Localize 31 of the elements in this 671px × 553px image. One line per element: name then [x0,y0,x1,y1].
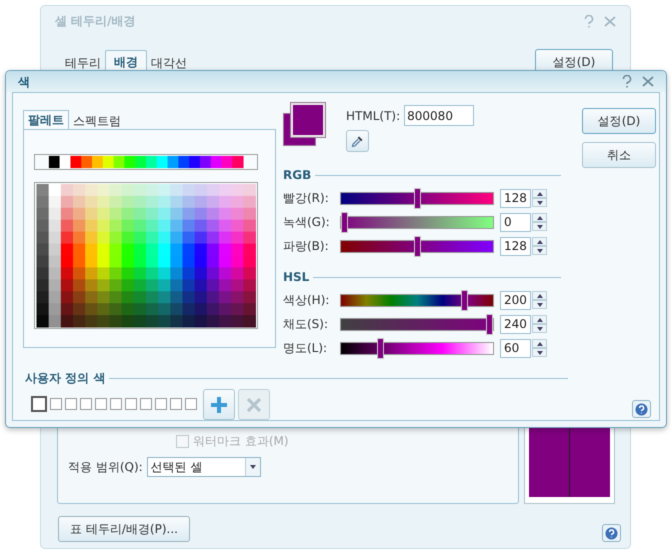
value-field[interactable]: 240 [500,314,531,334]
html-label: HTML(T): [346,108,400,124]
tab[interactable]: 대각선 [147,53,191,72]
section-title: 사용자 정의 색 [25,370,106,387]
value-field[interactable]: 128 [500,236,531,256]
dropdown-value: 선택된 셀 [150,459,202,476]
table-border-button[interactable]: 표 테두리/배경(P)... [58,516,190,542]
tab[interactable]: 스펙트럼 [69,112,125,129]
html-field[interactable]: 800080 [404,105,474,126]
cancel-button[interactable]: 취소 [582,142,656,168]
slider-label: 명도(L): [283,340,328,357]
checkbox-label: 워터마크 효과(M) [193,433,289,450]
ok-button[interactable]: 설정(D) [582,108,656,134]
scope-label: 적용 범위(Q): [68,459,143,476]
value-field[interactable]: 128 [500,188,531,208]
value-field[interactable]: 0 [500,212,531,232]
window-title: 색 [18,74,30,90]
scope-dropdown[interactable]: 선택된 셀 [146,457,261,477]
value-field[interactable]: 60 [500,338,531,358]
slider-label: 채도(S): [283,316,330,333]
value-field[interactable]: 200 [500,290,531,310]
slider-label: 파랑(B): [283,238,330,255]
tab[interactable]: 배경 [105,50,147,72]
section-title: HSL [283,269,310,286]
window-title: 셀 테두리/배경 [55,13,136,30]
section-title: RGB [283,167,312,184]
tab[interactable]: 팔레트 [23,110,69,129]
slider-label: 빨강(R): [283,190,330,207]
tab[interactable]: 테두리 [61,53,105,72]
slider-label: 녹색(G): [283,214,331,231]
slider-label: 색상(H): [283,292,330,309]
